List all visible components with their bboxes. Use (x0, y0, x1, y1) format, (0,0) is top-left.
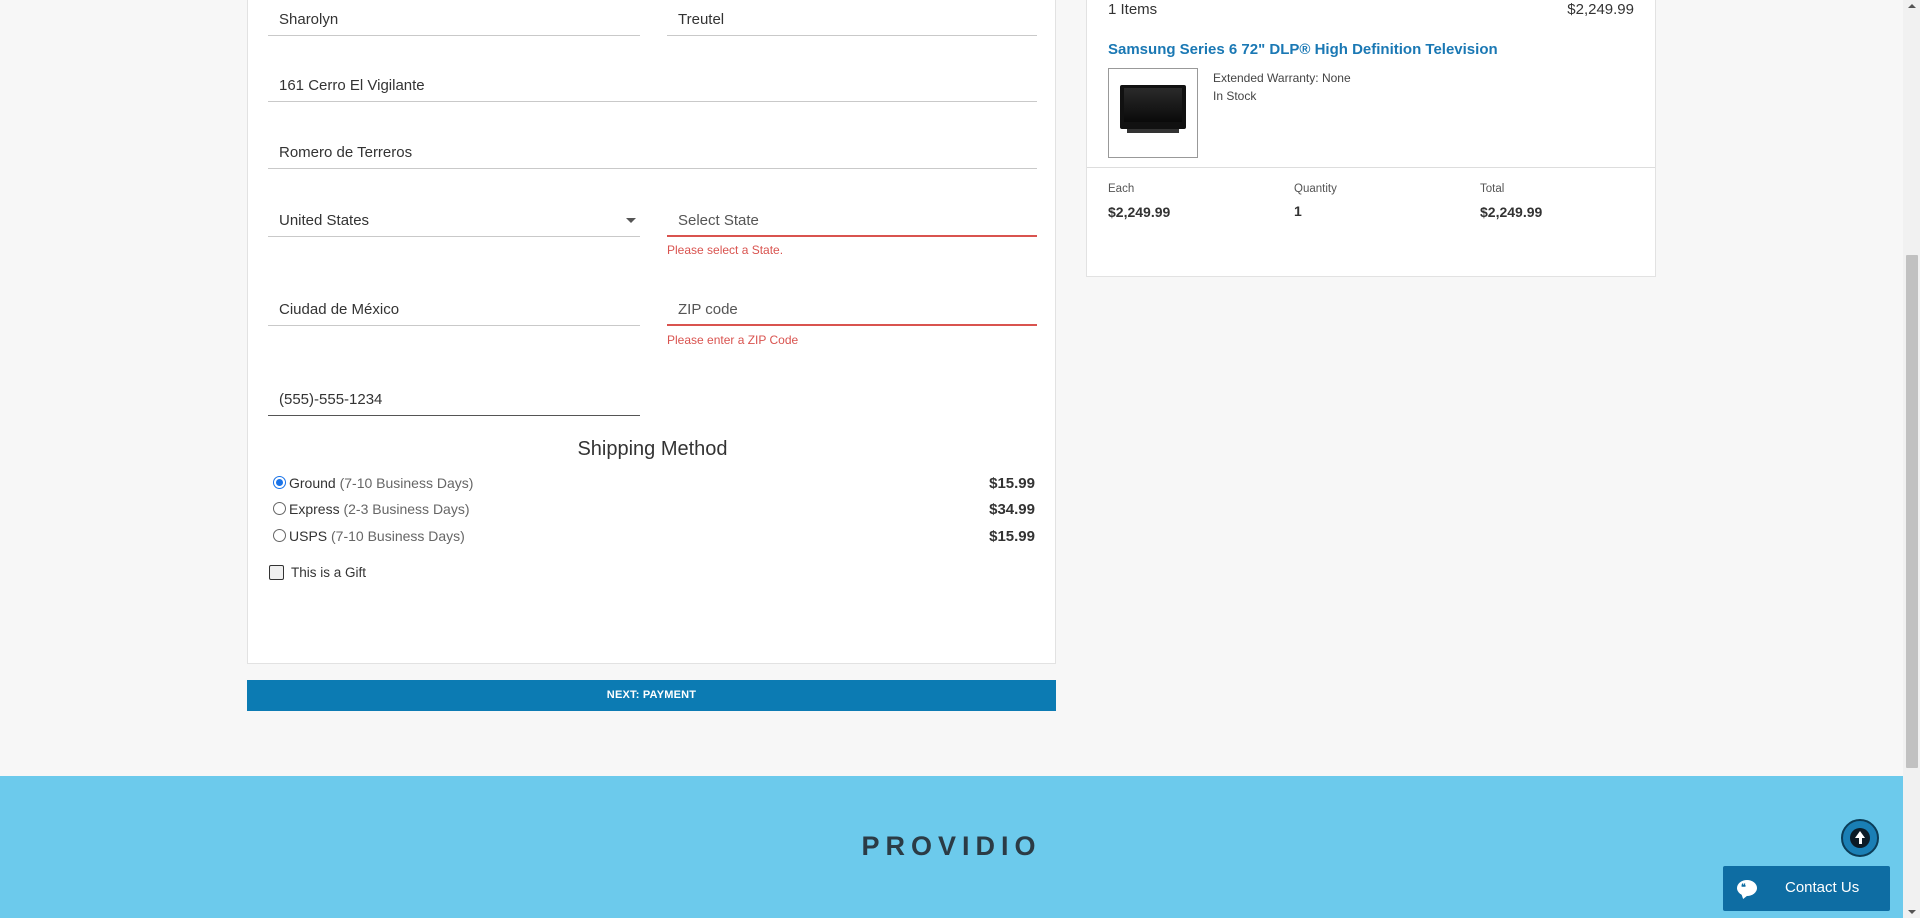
field-underline (268, 35, 640, 36)
shipping-option-ground[interactable]: Ground (7-10 Business Days) $15.99 (273, 473, 1035, 497)
field-underline (268, 325, 640, 326)
scroll-down-arrow-icon[interactable] (1908, 910, 1916, 914)
quantity-value: 1 (1294, 203, 1302, 219)
shipping-option-name: Express (289, 501, 340, 517)
gift-label: This is a Gift (291, 565, 367, 580)
product-stock-status: In Stock (1213, 89, 1257, 103)
address-line-1-value: 161 Cerro El Vigilante (279, 77, 425, 94)
shipping-option-express[interactable]: Express (2-3 Business Days) $34.99 (273, 499, 1035, 523)
field-underline (268, 101, 1037, 102)
television-stand (1127, 129, 1179, 133)
zip-placeholder: ZIP code (678, 301, 738, 318)
shipping-option-label: USPS (7-10 Business Days) (289, 528, 465, 544)
field-underline-error (667, 235, 1037, 237)
radio-button-selected[interactable] (273, 476, 286, 489)
order-summary-card: 1 Items $2,249.99 Samsung Series 6 72" D… (1086, 0, 1656, 277)
field-underline (268, 236, 640, 237)
state-error-message: Please select a State. (667, 243, 784, 257)
product-thumbnail[interactable] (1108, 68, 1198, 158)
chat-bubble-icon: ❝ (1737, 880, 1757, 896)
shipping-option-name: USPS (289, 528, 328, 544)
divider (1087, 167, 1655, 168)
product-warranty: Extended Warranty: None (1213, 71, 1351, 85)
next-payment-button[interactable]: NEXT: PAYMENT (247, 680, 1056, 711)
total-label: Total (1480, 183, 1505, 195)
each-label: Each (1108, 183, 1135, 195)
shipping-option-usps[interactable]: USPS (7-10 Business Days) $15.99 (273, 526, 1035, 550)
state-placeholder: Select State (678, 212, 759, 229)
arrow-up-icon (1850, 828, 1870, 848)
shipping-option-days: (7-10 Business Days) (339, 475, 474, 491)
site-footer: PROVIDIO (0, 776, 1903, 918)
phone-field[interactable]: (555)-555-1234 (268, 363, 640, 416)
city-field[interactable]: Ciudad de México (268, 274, 640, 326)
radio-button[interactable] (273, 529, 286, 542)
shipping-option-price: $15.99 (989, 528, 1035, 545)
scrollbar-thumb[interactable] (1906, 255, 1918, 768)
last-name-value: Treutel (678, 11, 725, 28)
first-name-value: Sharolyn (279, 11, 339, 28)
shipping-option-name: Ground (289, 475, 336, 491)
shipping-option-days: (7-10 Business Days) (331, 528, 465, 544)
page-scrollbar[interactable] (1903, 0, 1920, 918)
phone-value: (555)-555-1234 (279, 391, 383, 408)
field-underline-error (667, 324, 1037, 326)
gift-option[interactable]: This is a Gift (269, 564, 569, 584)
product-name-link[interactable]: Samsung Series 6 72" DLP® High Definitio… (1108, 41, 1498, 58)
gift-checkbox[interactable] (269, 565, 284, 580)
zip-error-message: Please enter a ZIP Code (667, 333, 799, 347)
country-select[interactable]: United States (268, 185, 640, 237)
items-total: $2,249.99 (1567, 1, 1634, 18)
quantity-label: Quantity (1294, 183, 1337, 195)
footer-brand-logo[interactable]: PROVIDIO (0, 831, 1903, 862)
scroll-to-top-button[interactable] (1841, 819, 1879, 857)
shipping-option-label: Express (2-3 Business Days) (289, 501, 470, 517)
field-underline (667, 35, 1037, 36)
contact-us-label: Contact Us (1785, 879, 1860, 896)
each-value: $2,249.99 (1108, 204, 1171, 220)
first-name-field[interactable]: Sharolyn (268, 0, 640, 36)
radio-button[interactable] (273, 502, 286, 515)
address-line-2-value: Romero de Terreros (279, 144, 413, 161)
shipping-option-label: Ground (7-10 Business Days) (289, 475, 473, 491)
field-underline (268, 168, 1037, 169)
shipping-option-price: $15.99 (989, 475, 1035, 492)
shipping-option-price: $34.99 (989, 501, 1035, 518)
zip-field[interactable]: ZIP code (667, 274, 1037, 326)
country-value: United States (279, 212, 370, 229)
shipping-form-card: Sharolyn Treutel 161 Cerro El Vigilante … (247, 0, 1056, 664)
city-value: Ciudad de México (279, 301, 400, 318)
shipping-method-title: Shipping Method (577, 438, 728, 460)
scroll-up-arrow-icon[interactable] (1908, 4, 1916, 8)
last-name-field[interactable]: Treutel (667, 0, 1037, 36)
television-image (1120, 85, 1186, 129)
contact-us-button[interactable]: ❝ Contact Us (1723, 866, 1890, 911)
address-line-2-field[interactable]: Romero de Terreros (268, 116, 1037, 169)
chevron-down-icon (626, 218, 636, 223)
state-select[interactable]: Select State (667, 185, 1037, 237)
items-count: 1 Items (1108, 1, 1158, 18)
shipping-option-days: (2-3 Business Days) (343, 501, 470, 517)
address-line-1-field[interactable]: 161 Cerro El Vigilante (268, 50, 1037, 102)
total-value: $2,249.99 (1480, 204, 1543, 220)
field-underline-focused (268, 415, 640, 416)
